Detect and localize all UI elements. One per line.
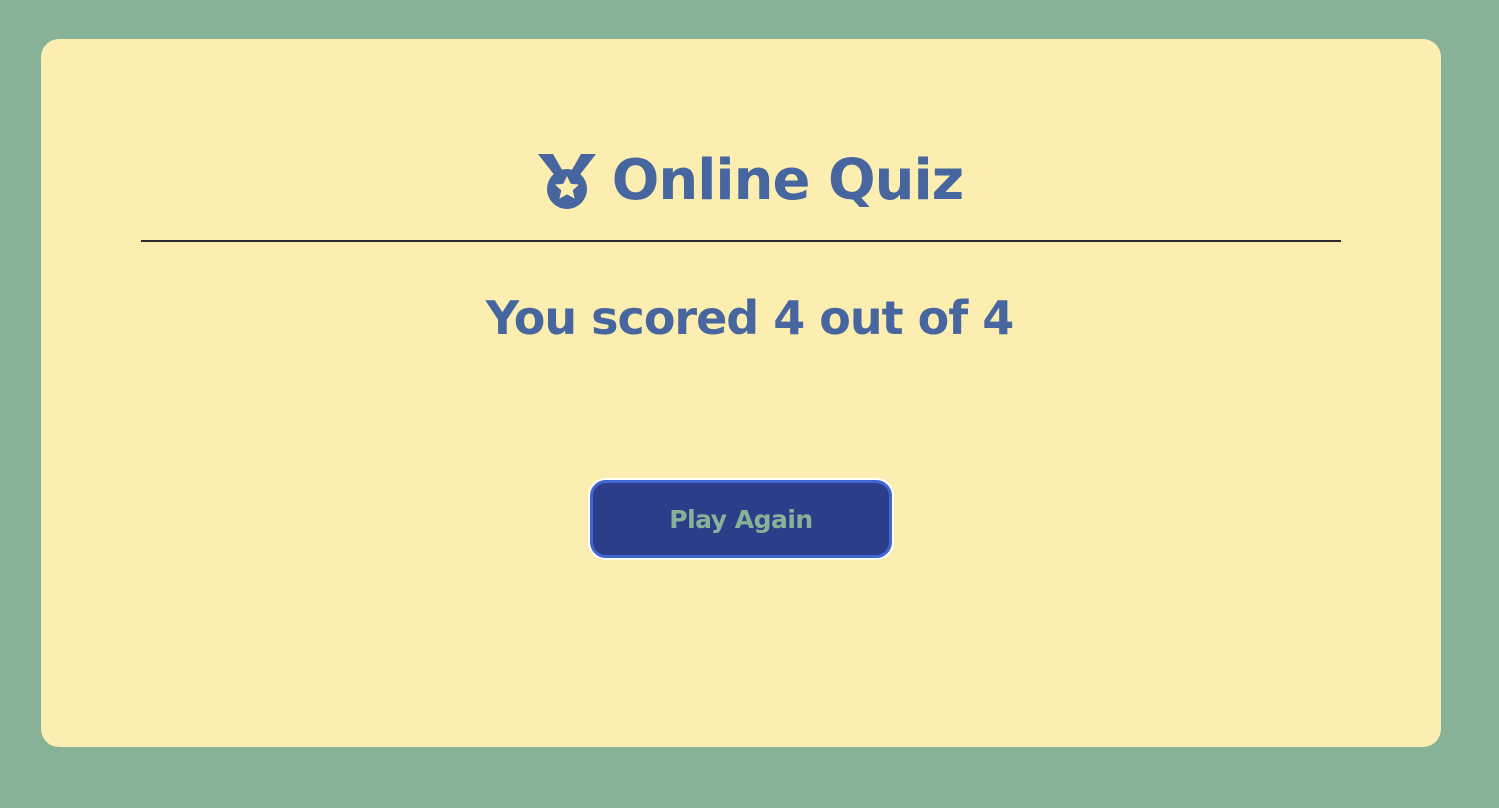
quiz-header: Online Quiz: [0, 145, 1499, 217]
page-title: Online Quiz: [611, 148, 964, 213]
play-again-button[interactable]: Play Again: [588, 478, 894, 560]
medal-icon: [536, 150, 598, 212]
score-result: You scored 4 out of 4: [485, 291, 1015, 345]
play-again-label: Play Again: [669, 504, 813, 534]
header-divider: [141, 240, 1341, 242]
